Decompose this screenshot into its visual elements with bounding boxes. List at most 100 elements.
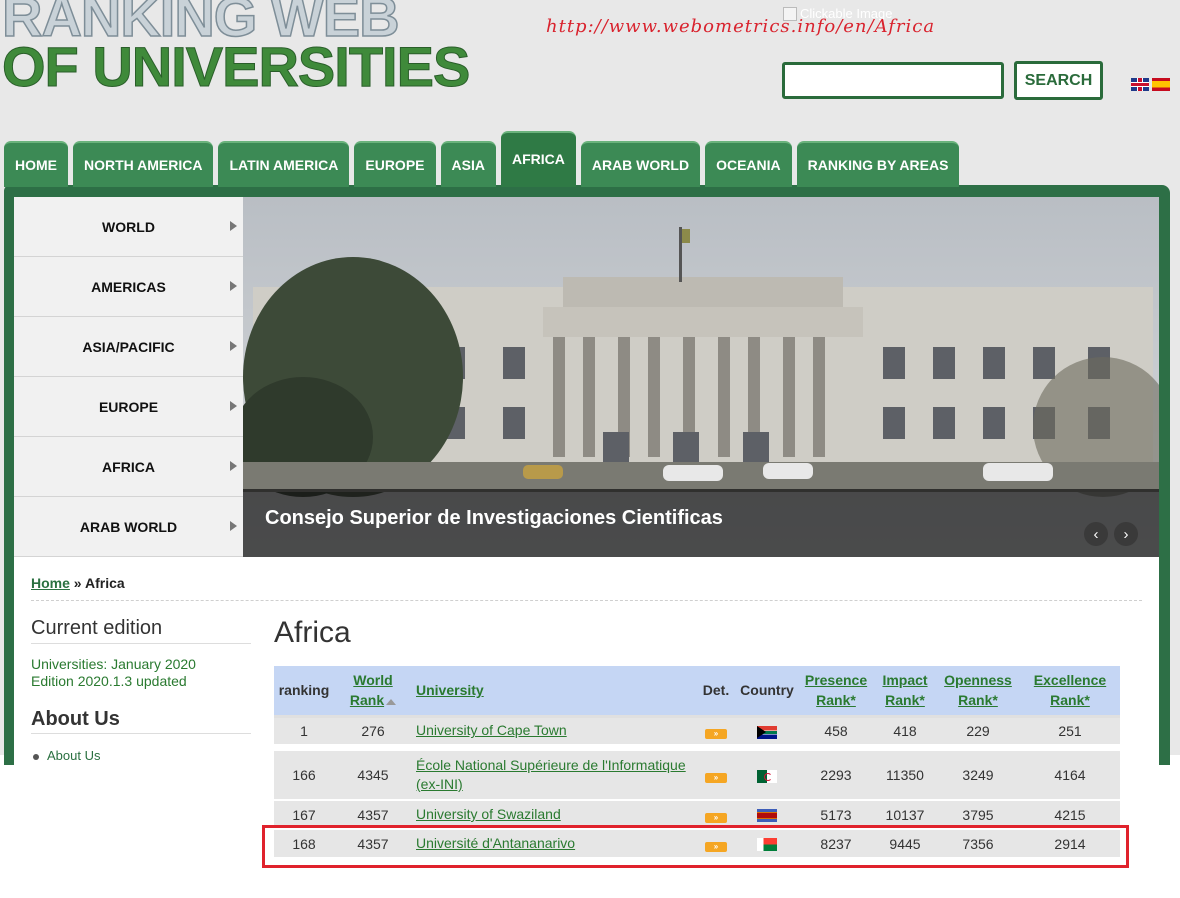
col-excellence[interactable]: Excellence Rank* <box>1020 666 1120 718</box>
about-us-link[interactable]: About Us <box>31 748 251 763</box>
col-presence[interactable]: Presence Rank* <box>798 666 874 718</box>
tab-home[interactable]: HOME <box>4 141 68 187</box>
header-text: World <box>353 672 393 689</box>
banner-caption-text[interactable]: Consejo Superior de Investigaciones Cien… <box>265 507 723 530</box>
details-icon[interactable]: » <box>705 728 727 739</box>
region-item-label: ASIA/PACIFIC <box>82 338 175 355</box>
search-button[interactable]: SEARCH <box>1014 61 1103 100</box>
tab-asia[interactable]: ASIA <box>440 141 496 187</box>
cell-university: University of Cape Town <box>412 716 696 746</box>
arrow-right-icon <box>230 221 237 231</box>
arrow-right-icon <box>230 461 237 471</box>
university-link[interactable]: University of Swaziland <box>416 806 561 822</box>
site-logo[interactable]: RANKING WEB OF UNIVERSITIES <box>1 0 471 98</box>
cell-ranking: 1 <box>274 716 334 746</box>
chevron-left-icon: ‹ <box>1093 525 1099 543</box>
cell-country <box>736 716 798 746</box>
cell-university: École National Supérieure de l'Informati… <box>412 751 696 801</box>
cell-det: » <box>696 751 736 801</box>
current-edition-title: Current edition <box>31 617 251 644</box>
header-text: Openness <box>944 672 1012 689</box>
col-university[interactable]: University <box>412 666 696 718</box>
about-us-title: About Us <box>31 708 251 734</box>
university-link[interactable]: École National Supérieure de l'Informati… <box>416 757 686 792</box>
cell-ranking: 166 <box>274 751 334 801</box>
tab-ranking-by-areas[interactable]: RANKING BY AREAS <box>796 141 960 187</box>
cell-openness: 229 <box>936 716 1020 746</box>
banner-caption: Consejo Superior de Investigaciones Cien… <box>243 489 1159 557</box>
tab-africa[interactable]: AFRICA <box>500 131 576 187</box>
university-sort-link[interactable]: University <box>416 682 484 698</box>
banner-slider[interactable]: Consejo Superior de Investigaciones Cien… <box>243 197 1159 557</box>
uk-flag-icon[interactable] <box>1131 78 1149 91</box>
region-item-label: AFRICA <box>102 458 155 475</box>
tab-latin-america[interactable]: LATIN AMERICA <box>218 141 350 187</box>
tab-north-america[interactable]: NORTH AMERICA <box>73 141 214 187</box>
breadcrumb: Home » Africa <box>31 575 125 591</box>
main-nav: HOME NORTH AMERICA LATIN AMERICA EUROPE … <box>4 131 960 187</box>
logo-line-2: OF UNIVERSITIES <box>1 35 470 98</box>
header-text: Impact <box>882 672 928 689</box>
arrow-right-icon <box>230 521 237 531</box>
region-item-arab-world[interactable]: ARAB WORLD <box>14 497 243 557</box>
page-title: Africa <box>274 616 351 649</box>
cell-world-rank: 4345 <box>334 751 412 801</box>
region-item-world[interactable]: WORLD <box>14 197 243 257</box>
divider <box>31 600 1142 601</box>
slider-next-button[interactable]: › <box>1114 522 1138 546</box>
chevron-right-icon: › <box>1123 525 1129 543</box>
region-item-americas[interactable]: AMERICAS <box>14 257 243 317</box>
impact-sort-link[interactable]: Impact Rank* <box>882 672 927 708</box>
col-impact[interactable]: Impact Rank* <box>874 666 936 718</box>
search-input[interactable] <box>782 62 1004 99</box>
cell-det: » <box>696 716 736 746</box>
cell-excellence: 251 <box>1020 716 1120 746</box>
details-icon[interactable]: » <box>705 773 727 783</box>
region-item-label: EUROPE <box>98 398 159 415</box>
cell-world-rank: 276 <box>334 716 412 746</box>
header-text: Rank <box>349 692 385 709</box>
header-text: Presence <box>804 672 868 689</box>
university-name-line-1: École National Supérieure de l'Informati… <box>416 757 686 773</box>
region-item-label: ARAB WORLD <box>79 518 178 535</box>
highlight-box <box>262 825 1129 868</box>
region-item-europe[interactable]: EUROPE <box>14 377 243 437</box>
openness-sort-link[interactable]: Openness Rank* <box>944 672 1012 708</box>
details-icon[interactable]: » <box>705 812 727 823</box>
breadcrumb-home-link[interactable]: Home <box>31 575 70 591</box>
cell-impact: 11350 <box>874 751 936 801</box>
cell-presence: 2293 <box>798 751 874 801</box>
region-item-label: WORLD <box>102 218 155 235</box>
col-world-rank[interactable]: World Rank <box>334 666 412 718</box>
excellence-sort-link[interactable]: Excellence Rank* <box>1034 672 1106 708</box>
slider-prev-button[interactable]: ‹ <box>1084 522 1108 546</box>
cell-presence: 458 <box>798 716 874 746</box>
region-item-africa[interactable]: AFRICA <box>14 437 243 497</box>
edition-info: Universities: January 2020 Edition 2020.… <box>31 656 251 690</box>
sidebar: Current edition Universities: January 20… <box>31 617 251 763</box>
region-menu: WORLD AMERICAS ASIA/PACIFIC EUROPE AFRIC… <box>14 197 243 557</box>
region-item-asia-pacific[interactable]: ASIA/PACIFIC <box>14 317 243 377</box>
header-text: Rank* <box>816 692 856 709</box>
tab-oceania[interactable]: OCEANIA <box>705 141 792 187</box>
cell-country <box>736 751 798 801</box>
es-flag-icon[interactable] <box>1152 78 1170 91</box>
col-openness[interactable]: Openness Rank* <box>936 666 1020 718</box>
arrow-right-icon <box>230 281 237 291</box>
tab-europe[interactable]: EUROPE <box>354 141 436 187</box>
sort-asc-icon <box>386 698 397 705</box>
cell-excellence: 4164 <box>1020 751 1120 801</box>
cell-openness: 3249 <box>936 751 1020 801</box>
cell-impact: 418 <box>874 716 936 746</box>
presence-sort-link[interactable]: Presence Rank* <box>805 672 867 708</box>
col-country: Country <box>736 666 798 718</box>
table-header-row: ranking World Rank University Det. Countr… <box>274 666 1120 718</box>
tab-arab-world[interactable]: ARAB WORLD <box>580 141 701 187</box>
edition-line-1: Universities: January 2020 <box>31 656 196 672</box>
table-row: 1 276 University of Cape Town » 458 418 … <box>274 716 1120 746</box>
breadcrumb-separator: » <box>73 575 82 591</box>
header-text: Excellence <box>1033 672 1107 689</box>
dz-flag-icon <box>757 769 777 783</box>
university-link[interactable]: University of Cape Town <box>416 722 567 738</box>
col-ranking: ranking <box>274 666 334 718</box>
